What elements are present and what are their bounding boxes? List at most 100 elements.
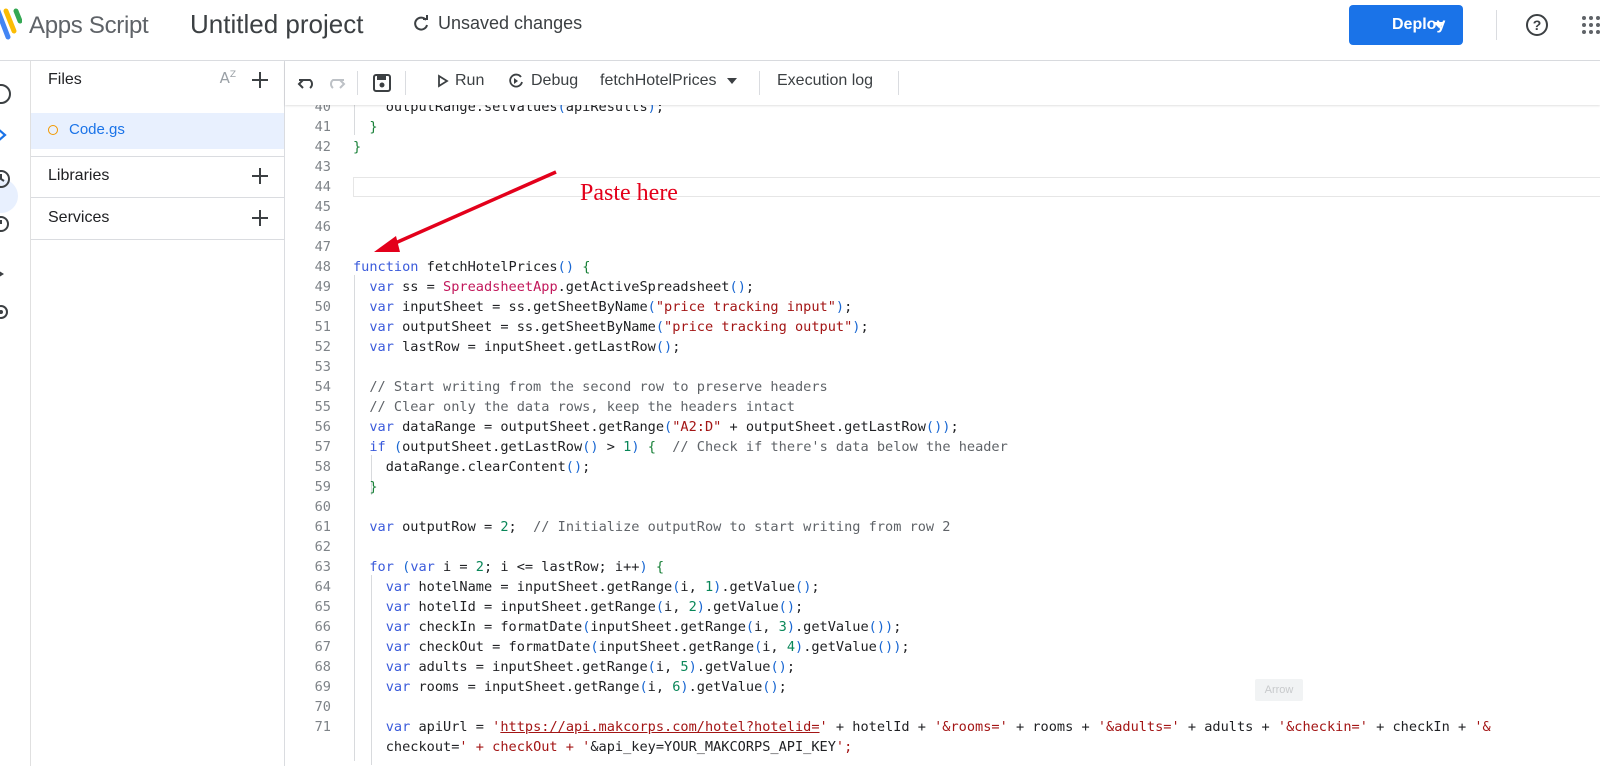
code-text: var inputSheet = ss.getSheetByName("pric… (369, 299, 853, 315)
sort-az-icon[interactable]: AZ (220, 69, 236, 87)
chevron-down-icon (1433, 22, 1445, 28)
divider (357, 71, 358, 95)
alarm-icon[interactable] (0, 212, 12, 234)
line-number: 70 (314, 699, 331, 715)
code-line[interactable]: 49 var ss = SpreadsheetApp.getActiveSpre… (285, 279, 1600, 299)
code-line[interactable]: 64 var hotelName = inputSheet.getRange(i… (285, 579, 1600, 599)
apps-grid-icon[interactable] (1581, 15, 1600, 35)
run-button[interactable]: Run (437, 72, 484, 90)
add-service-icon[interactable] (250, 208, 270, 228)
run-label: Run (455, 72, 485, 89)
code-line[interactable]: 67 var checkOut = formatDate(inputSheet.… (285, 639, 1600, 659)
execution-log-label: Execution log (777, 72, 874, 89)
line-number: 57 (314, 439, 331, 455)
code-line[interactable]: checkout=' + checkOut + '&api_key=YOUR_M… (285, 739, 1600, 759)
code-line[interactable]: 57 if (outputSheet.getLastRow() > 1) { /… (285, 439, 1600, 459)
sync-icon (414, 14, 428, 31)
svg-text:?: ? (1533, 17, 1542, 33)
line-number: 47 (314, 239, 331, 255)
code-line[interactable]: 48 function fetchHotelPrices() { (285, 259, 1600, 279)
line-number: 41 (314, 119, 331, 135)
line-number: 69 (314, 679, 331, 695)
apps-script-logo[interactable] (0, 7, 22, 41)
code-text: // Start writing from the second row to … (369, 379, 828, 395)
add-file-icon[interactable] (250, 70, 270, 90)
help-icon[interactable]: ? (1525, 13, 1549, 37)
code-line[interactable]: 65 var hotelId = inputSheet.getRange(i, … (285, 599, 1600, 619)
code-text: var dataRange = outputSheet.getRange("A2… (369, 419, 959, 435)
code-line[interactable]: 52 var lastRow = inputSheet.getLastRow()… (285, 339, 1600, 359)
code-line[interactable]: 62 (285, 539, 1600, 559)
code-line[interactable]: 68 var adults = inputSheet.getRange(i, 5… (285, 659, 1600, 679)
line-number: 46 (314, 219, 331, 235)
info-icon[interactable] (0, 83, 12, 105)
line-number: 40 (314, 105, 331, 115)
code-line[interactable]: 53 (285, 359, 1600, 379)
line-number: 67 (314, 639, 331, 655)
code-text: } (369, 479, 378, 495)
deploy-button[interactable]: Deploy (1349, 5, 1463, 45)
code-line[interactable]: 60 (285, 499, 1600, 519)
undo-icon[interactable] (296, 72, 318, 94)
code-text: dataRange.clearContent(); (353, 459, 591, 475)
code-text: var checkOut = formatDate(inputSheet.get… (385, 639, 910, 655)
line-number: 68 (314, 659, 331, 675)
code-line[interactable]: 41 } (285, 119, 1600, 139)
code-line[interactable]: 55 // Clear only the data rows, keep the… (285, 399, 1600, 419)
code-text: for (var i = 2; i <= lastRow; i++) { (369, 559, 665, 575)
top-bar: Apps Script Untitled project Unsaved cha… (0, 0, 1600, 61)
code-line[interactable]: 69 var rooms = inputSheet.getRange(i, 6)… (285, 679, 1600, 699)
editor-toolbar: Run Debug fetchHotelPrices Execution log (285, 61, 1600, 105)
add-library-icon[interactable] (250, 166, 270, 186)
code-line[interactable]: 42} (285, 139, 1600, 159)
line-number: 63 (314, 559, 331, 575)
chevron-down-icon (726, 78, 737, 84)
debug-label: Debug (531, 72, 579, 89)
code-line[interactable]: 54 // Start writing from the second row … (285, 379, 1600, 399)
files-label: Files (48, 71, 82, 88)
line-number: 64 (314, 579, 331, 595)
save-status: Unsaved changes (412, 13, 582, 34)
code-text: var checkIn = formatDate(inputSheet.getR… (385, 619, 902, 635)
code-line[interactable]: 63 for (var i = 2; i <= lastRow; i++) { (285, 559, 1600, 579)
execution-log-button[interactable]: Execution log (777, 72, 873, 90)
debug-button[interactable]: Debug (507, 72, 578, 90)
code-text: if (outputSheet.getLastRow() > 1) { // C… (369, 439, 1008, 455)
line-number: 49 (314, 279, 331, 295)
executions-icon[interactable] (0, 263, 12, 285)
settings-icon[interactable] (0, 301, 12, 323)
code-text: var lastRow = inputSheet.getLastRow(); (369, 339, 681, 355)
code-line[interactable]: 66 var checkIn = formatDate(inputSheet.g… (285, 619, 1600, 639)
line-number: 71 (314, 719, 331, 735)
code-line[interactable]: 70 (285, 699, 1600, 719)
project-title[interactable]: Untitled project (190, 9, 363, 40)
line-number: 58 (314, 459, 331, 475)
line-number: 65 (314, 599, 331, 615)
left-nav-rail (0, 61, 31, 766)
code-text: function fetchHotelPrices() { (353, 259, 591, 275)
tooltip: Arrow (1255, 679, 1303, 701)
line-number: 42 (314, 139, 331, 155)
clock-history-icon[interactable] (0, 168, 12, 190)
paste-here-annotation: Paste here (580, 180, 678, 206)
code-line[interactable]: 40 outputRange.setValues(apiResults); (285, 105, 1600, 119)
code-line[interactable]: 59 } (285, 479, 1600, 499)
code-line[interactable]: 71 var apiUrl = 'https://api.makcorps.co… (285, 719, 1600, 739)
code-line[interactable]: 50 var inputSheet = ss.getSheetByName("p… (285, 299, 1600, 319)
line-number: 62 (314, 539, 331, 555)
line-number: 51 (314, 319, 331, 335)
code-text: var rooms = inputSheet.getRange(i, 6).ge… (385, 679, 787, 695)
line-number: 66 (314, 619, 331, 635)
function-select[interactable]: fetchHotelPrices (600, 72, 737, 90)
redo-icon[interactable] (325, 72, 347, 94)
play-icon (438, 74, 449, 88)
code-line[interactable]: 56 var dataRange = outputSheet.getRange(… (285, 419, 1600, 439)
code-text: checkout=' + checkOut + '&api_key=YOUR_M… (353, 739, 853, 755)
code-icon[interactable] (0, 124, 12, 146)
code-line[interactable]: 51 var outputSheet = ss.getSheetByName("… (285, 319, 1600, 339)
save-icon[interactable] (371, 72, 393, 94)
code-line[interactable]: 61 var outputRow = 2; // Initialize outp… (285, 519, 1600, 539)
code-line[interactable]: 58 dataRange.clearContent(); (285, 459, 1600, 479)
file-item-code-gs[interactable]: Code.gs (31, 113, 284, 149)
line-number: 56 (314, 419, 331, 435)
